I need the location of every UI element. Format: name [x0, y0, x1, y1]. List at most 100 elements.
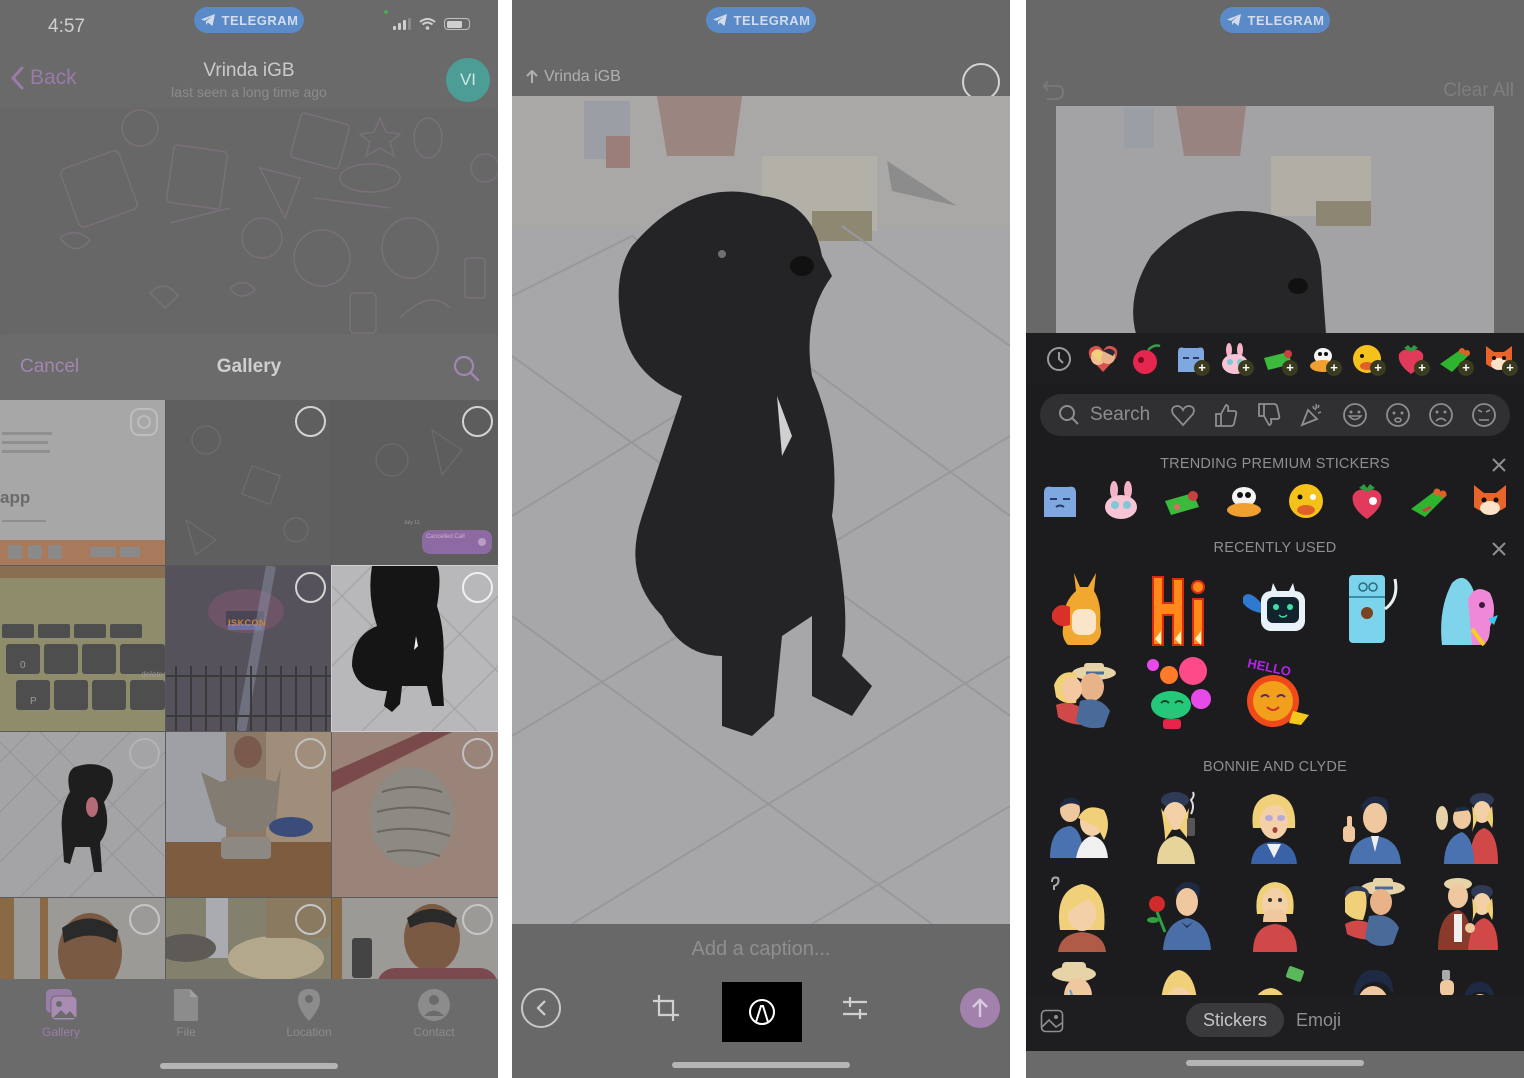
- location-pin-icon: [298, 989, 320, 1021]
- sticker-bonnie-smoking-gun[interactable]: [1130, 784, 1226, 870]
- pack-fox[interactable]: +: [1480, 340, 1518, 378]
- heart-icon[interactable]: [1170, 402, 1196, 428]
- select-circle[interactable]: [462, 904, 493, 935]
- photo-tile[interactable]: app: [0, 400, 165, 565]
- tab-file[interactable]: File: [141, 987, 231, 1039]
- select-circle[interactable]: [462, 406, 493, 437]
- sliders-icon[interactable]: [841, 994, 869, 1022]
- sticker-green-box[interactable]: [1163, 481, 1203, 521]
- photo-tile[interactable]: 0 P delete: [0, 566, 165, 731]
- telegram-badge: TELEGRAM: [194, 7, 304, 33]
- sticker-blue-cat[interactable]: [1040, 481, 1080, 521]
- tab-stickers[interactable]: Stickers: [1186, 1003, 1284, 1037]
- party-popper-icon[interactable]: [1299, 402, 1325, 428]
- sticker-cat-hello[interactable]: HELLO: [1227, 651, 1323, 737]
- sticker-search-bar[interactable]: Search: [1040, 394, 1510, 436]
- back-button[interactable]: [521, 988, 561, 1028]
- select-circle[interactable]: [462, 572, 493, 603]
- sticker-robot-wave[interactable]: [1227, 565, 1323, 651]
- svg-text:0: 0: [20, 660, 26, 671]
- telegram-badge: TELEGRAM: [706, 7, 816, 33]
- tab-contact[interactable]: Contact: [389, 987, 479, 1039]
- sticker-frog-balloons[interactable]: [1130, 651, 1226, 737]
- svg-text:P: P: [30, 696, 37, 707]
- frowning-face-icon[interactable]: [1428, 402, 1454, 428]
- photo-tile[interactable]: [331, 565, 498, 732]
- select-circle[interactable]: [295, 572, 326, 603]
- photo-tile[interactable]: ISKCON: [166, 566, 331, 731]
- close-icon[interactable]: [1492, 458, 1506, 472]
- select-circle[interactable]: [129, 738, 160, 769]
- sticker-white-duck[interactable]: [1224, 481, 1264, 521]
- pack-green-box[interactable]: +: [1260, 340, 1298, 378]
- crop-icon[interactable]: [652, 994, 680, 1022]
- tab-location[interactable]: Location: [264, 987, 354, 1039]
- clear-all-button[interactable]: Clear All: [1443, 80, 1514, 102]
- sticker-bonnie-hands-face[interactable]: [1227, 870, 1323, 956]
- sticker-clyde-fist[interactable]: [1420, 956, 1516, 995]
- select-circle[interactable]: [295, 738, 326, 769]
- sticker-fox[interactable]: [1470, 481, 1510, 521]
- pack-pink-bunny[interactable]: +: [1216, 340, 1254, 378]
- pack-cherry[interactable]: [1128, 340, 1166, 378]
- photo-tile[interactable]: [166, 400, 331, 565]
- grinning-face-icon[interactable]: [1342, 402, 1368, 428]
- photo-tile[interactable]: July 11 Cancelled Call: [332, 400, 498, 565]
- pack-strawberry[interactable]: +: [1392, 340, 1430, 378]
- sticker-bonnie-sly[interactable]: [1130, 956, 1226, 995]
- camera-icon[interactable]: [128, 406, 160, 438]
- close-icon[interactable]: [1492, 542, 1506, 556]
- search-icon[interactable]: [452, 354, 480, 382]
- select-circle[interactable]: [295, 904, 326, 935]
- anxious-face-icon[interactable]: [1385, 402, 1411, 428]
- thumbs-up-icon[interactable]: [1213, 402, 1239, 428]
- sticker-pink-bunny[interactable]: [1101, 481, 1141, 521]
- sticker-clyde-grin[interactable]: [1323, 956, 1419, 995]
- sticker-couple-hat[interactable]: [1420, 784, 1516, 870]
- draw-button[interactable]: [722, 982, 802, 1042]
- send-button[interactable]: [960, 988, 1000, 1028]
- select-circle[interactable]: [295, 406, 326, 437]
- angry-face-icon[interactable]: [1471, 402, 1497, 428]
- caption-input[interactable]: Add a caption...: [512, 938, 1010, 961]
- sticker-clyde-thumbs-up[interactable]: [1323, 784, 1419, 870]
- chat-title[interactable]: Vrinda iGB: [0, 60, 498, 82]
- sticker-couple-laugh[interactable]: [1034, 784, 1130, 870]
- sticker-couple-fistbump[interactable]: [1420, 870, 1516, 956]
- sticker-yellow-duck[interactable]: [1286, 481, 1326, 521]
- sticker-fridge-cookie[interactable]: [1323, 565, 1419, 651]
- sticker-bonnie-shocked[interactable]: [1227, 784, 1323, 870]
- tab-emoji[interactable]: Emoji: [1296, 1003, 1341, 1037]
- telegram-plane-icon: [1226, 14, 1241, 26]
- pack-white-duck[interactable]: +: [1304, 340, 1342, 378]
- photo-tile[interactable]: [0, 732, 165, 897]
- sticker-kangaroo-boxer[interactable]: [1034, 565, 1130, 651]
- select-circle[interactable]: [462, 738, 493, 769]
- pack-green-frog[interactable]: +: [1436, 340, 1474, 378]
- sticker-fire-hi[interactable]: [1130, 565, 1226, 651]
- sticker-bonnie-question[interactable]: [1034, 870, 1130, 956]
- sticker-strawberry[interactable]: [1347, 481, 1387, 521]
- sticker-monster-hug[interactable]: [1420, 565, 1516, 651]
- select-circle[interactable]: [129, 904, 160, 935]
- undo-icon[interactable]: [1042, 78, 1066, 102]
- sticker-green-frog[interactable]: [1409, 481, 1449, 521]
- thumbs-down-icon[interactable]: [1256, 402, 1282, 428]
- recent-tab[interactable]: [1040, 340, 1078, 378]
- pack-couple-kiss[interactable]: [1084, 340, 1122, 378]
- image-icon[interactable]: [1040, 1009, 1064, 1033]
- pack-blue-cat[interactable]: +: [1172, 340, 1210, 378]
- photo-preview[interactable]: [512, 96, 1010, 924]
- sticker-search-input[interactable]: Search: [1090, 404, 1150, 426]
- photo-tile[interactable]: [332, 732, 498, 897]
- sticker-clyde-rose[interactable]: [1130, 870, 1226, 956]
- tab-gallery[interactable]: Gallery: [16, 987, 106, 1039]
- photo-editor-screen: TELEGRAM Vrinda iGB Add a caption...: [512, 0, 1010, 1078]
- sticker-couple-kiss-2[interactable]: [1323, 870, 1419, 956]
- avatar[interactable]: VI: [446, 58, 490, 102]
- sticker-couple-kiss[interactable]: [1034, 651, 1130, 737]
- pack-yellow-duck[interactable]: +: [1348, 340, 1386, 378]
- sticker-bonnie-money[interactable]: [1227, 956, 1323, 995]
- photo-tile[interactable]: [166, 732, 331, 897]
- sticker-clyde-crying-hat[interactable]: [1034, 956, 1130, 995]
